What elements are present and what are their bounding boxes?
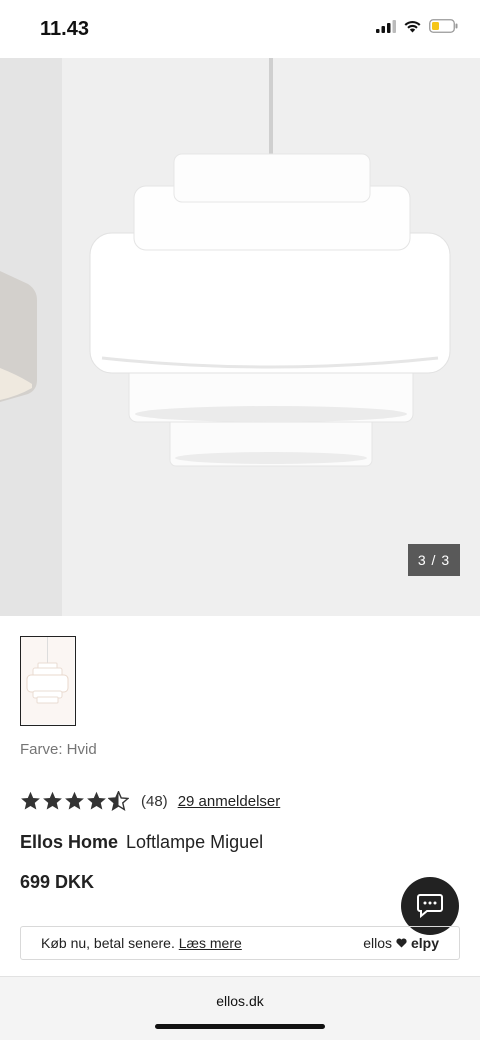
- star-icon: [65, 791, 84, 810]
- rating-count: (48): [141, 792, 168, 810]
- pay-later-text: Køb nu, betal senere. Læs mere: [41, 935, 242, 951]
- home-indicator[interactable]: [155, 1024, 325, 1029]
- heart-icon: [396, 938, 407, 948]
- status-time: 11.43: [40, 18, 89, 40]
- product-title: Ellos Home Loftlampe Miguel: [20, 832, 263, 853]
- pay-later-message: Køb nu, betal senere.: [41, 935, 175, 951]
- previous-image-peek[interactable]: [0, 58, 62, 616]
- image-counter: 3 / 3: [408, 544, 460, 576]
- pay-later-banner: Køb nu, betal senere. Læs mere ellos elp…: [20, 926, 460, 960]
- product-image[interactable]: [62, 58, 480, 616]
- half-star-icon: [108, 791, 129, 811]
- cellular-signal-icon: [376, 19, 396, 33]
- star-icon: [43, 791, 62, 810]
- reviews-link[interactable]: 29 anmeldelser: [178, 793, 281, 810]
- color-label: Farve: Hvid: [20, 741, 97, 758]
- brand-name[interactable]: Ellos Home: [20, 832, 118, 852]
- battery-low-icon: [429, 19, 458, 33]
- star-icon: [21, 791, 40, 810]
- url-text[interactable]: ellos.dk: [0, 993, 480, 1009]
- status-bar: 11.43: [0, 0, 480, 58]
- wifi-icon: [404, 20, 421, 33]
- partner-left-text: ellos: [363, 935, 392, 951]
- ellos-elpy-logo: ellos elpy: [363, 935, 439, 951]
- read-more-link[interactable]: Læs mere: [179, 935, 242, 951]
- partner-right-text: elpy: [410, 935, 439, 951]
- thumbnail-lamp-image: [21, 637, 74, 724]
- status-icons: [376, 19, 458, 33]
- star-icon: [87, 791, 106, 810]
- star-rating[interactable]: [20, 791, 129, 811]
- browser-url-bar[interactable]: ellos.dk: [0, 976, 480, 1040]
- product-image-gallery[interactable]: 3 / 3: [0, 58, 480, 616]
- color-thumbnail[interactable]: [20, 636, 76, 726]
- rating-row: (48) 29 anmeldelser: [20, 791, 280, 811]
- product-name: Loftlampe Miguel: [126, 832, 264, 852]
- product-price: 699 DKK: [20, 872, 95, 892]
- pendant-lamp-image: [89, 58, 451, 467]
- chat-bubble-icon: [417, 894, 443, 919]
